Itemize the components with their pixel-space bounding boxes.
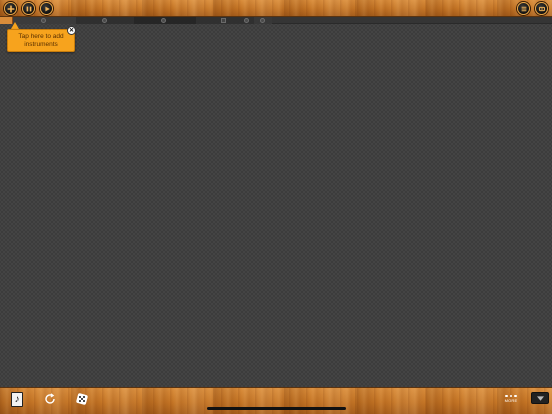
pause-button[interactable] bbox=[22, 2, 35, 15]
add-instruments-tooltip: Tap here to add instruments bbox=[7, 29, 75, 52]
rotate-button[interactable] bbox=[43, 392, 57, 406]
settings-button[interactable] bbox=[535, 2, 548, 15]
top-toolbar bbox=[0, 0, 552, 17]
track-strip[interactable] bbox=[0, 17, 552, 24]
rotate-icon bbox=[45, 393, 55, 404]
track-segment[interactable] bbox=[76, 17, 134, 24]
menu-button[interactable] bbox=[517, 2, 530, 15]
randomize-button[interactable] bbox=[75, 392, 89, 406]
close-icon: ✕ bbox=[68, 27, 75, 34]
more-label: MORE bbox=[504, 398, 518, 404]
segment-marker bbox=[244, 18, 249, 23]
settings-icon bbox=[538, 6, 545, 11]
segment-marker bbox=[102, 18, 107, 23]
track-segment[interactable] bbox=[254, 17, 272, 24]
segment-marker bbox=[161, 18, 166, 23]
segment-marker bbox=[221, 18, 226, 23]
track-segment[interactable] bbox=[196, 17, 254, 24]
segment-marker bbox=[260, 18, 265, 23]
menu-icon bbox=[521, 6, 526, 11]
segment-marker bbox=[41, 18, 46, 23]
note-button[interactable]: ♪ bbox=[11, 392, 23, 407]
tooltip-text: Tap here to add instruments bbox=[18, 33, 64, 48]
add-instrument-button[interactable] bbox=[4, 2, 17, 15]
track-segment[interactable] bbox=[13, 17, 76, 24]
pause-icon bbox=[26, 6, 31, 11]
music-note-icon: ♪ bbox=[14, 393, 20, 405]
home-indicator[interactable] bbox=[207, 407, 346, 410]
collapse-button[interactable] bbox=[531, 392, 549, 404]
tooltip-close-button[interactable]: ✕ bbox=[67, 26, 76, 35]
more-dots-icon bbox=[505, 394, 517, 398]
more-button[interactable]: MORE bbox=[503, 393, 519, 405]
chevron-down-icon bbox=[536, 395, 544, 401]
track-segment[interactable] bbox=[134, 17, 196, 24]
play-button[interactable] bbox=[40, 2, 53, 15]
add-icon bbox=[6, 4, 15, 13]
tooltip-arrow bbox=[11, 22, 19, 29]
dice-icon bbox=[76, 393, 88, 405]
play-icon bbox=[44, 6, 50, 11]
